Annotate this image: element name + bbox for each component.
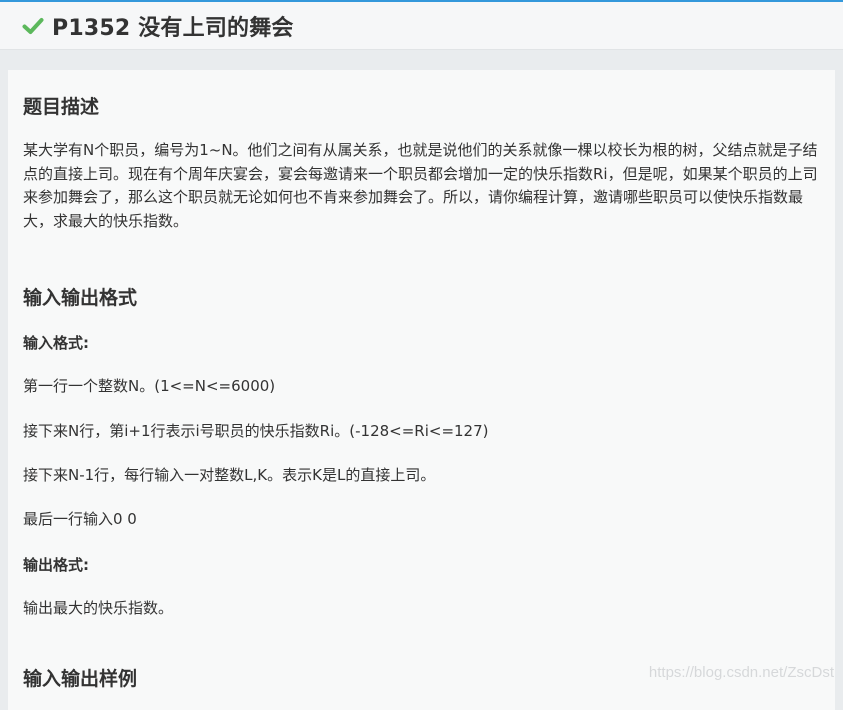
problem-card: 题目描述 某大学有N个职员，编号为1~N。他们之间有从属关系，也就是说他们的关系…	[8, 70, 835, 710]
io-format-heading: 输入输出格式	[23, 287, 138, 309]
check-icon	[22, 15, 44, 37]
input-line: 第一行一个整数N。(1<=N<=6000)	[23, 377, 276, 395]
output-line: 输出最大的快乐指数。	[23, 599, 174, 617]
output-format-label: 输出格式:	[23, 556, 89, 574]
samples-heading: 输入输出样例	[23, 668, 138, 690]
problem-title: P1352 没有上司的舞会	[52, 15, 294, 41]
input-format-label: 输入格式:	[23, 334, 89, 352]
watermark-text: https://blog.csdn.net/ZscDst	[648, 664, 834, 681]
description-text: 某大学有N个职员，编号为1~N。他们之间有从属关系，也就是说他们的关系就像一棵以…	[23, 141, 818, 230]
description-heading: 题目描述	[23, 96, 100, 118]
input-line: 接下来N-1行，每行输入一对整数L,K。表示K是L的直接上司。	[23, 466, 436, 484]
input-line: 最后一行输入0 0	[23, 510, 137, 528]
problem-header: P1352 没有上司的舞会	[0, 2, 843, 50]
input-line: 接下来N行，第i+1行表示i号职员的快乐指数Ri。(-128<=Ri<=127)	[23, 422, 489, 440]
